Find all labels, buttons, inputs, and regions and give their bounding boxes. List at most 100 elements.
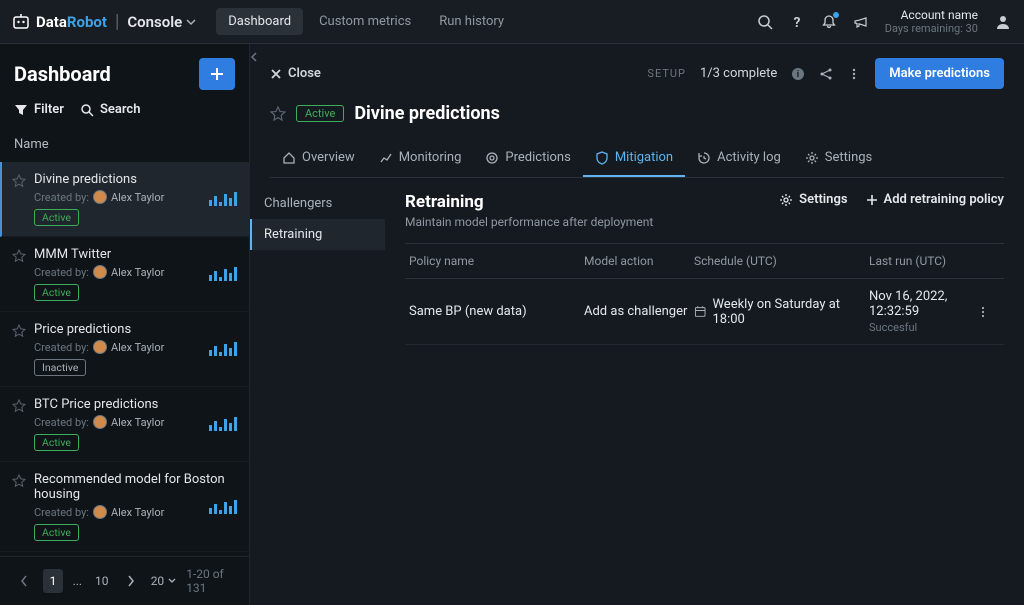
cell-model-action: Add as challenger (584, 304, 694, 319)
status-badge: Active (34, 284, 79, 301)
user-avatar-icon (93, 415, 107, 429)
main-panel: Close SETUP 1/3 complete i Make predicti… (250, 44, 1024, 605)
subnav-retraining[interactable]: Retraining (250, 219, 385, 250)
deployment-name: BTC Price predictions (34, 397, 237, 412)
help-icon[interactable]: ? (789, 14, 805, 30)
deployment-meta: Created by: Alex Taylor (34, 505, 237, 519)
deployment-name: Recommended model for Boston housing (34, 472, 237, 502)
pager-page-10[interactable]: 10 (92, 569, 111, 593)
account-sub: Days remaining: 30 (885, 22, 978, 35)
panel-title: Retraining (405, 192, 653, 212)
col-last-run: Last run (UTC) (869, 254, 976, 268)
close-icon (270, 68, 282, 80)
subnav-challengers[interactable]: Challengers (250, 188, 385, 219)
close-label: Close (288, 66, 321, 81)
pager-dots: ... (73, 574, 83, 588)
gear-icon (805, 151, 819, 165)
table-row[interactable]: Same BP (new data) Add as challenger Wee… (405, 279, 1004, 345)
star-icon[interactable] (12, 474, 26, 541)
mitigation-subnav: Challengers Retraining (250, 178, 385, 605)
add-policy-label: Add retraining policy (884, 192, 1004, 207)
sidebar-title: Dashboard (14, 62, 111, 86)
deployment-item[interactable]: Recommended model for Boston housing Cre… (0, 462, 249, 552)
deployment-meta: Created by: Alex Taylor (34, 340, 237, 354)
deployment-name: Price predictions (34, 322, 237, 337)
topnav-custom-metrics[interactable]: Custom metrics (307, 8, 423, 35)
shield-icon (595, 151, 609, 165)
logo-divider: | (115, 11, 119, 32)
table-header: Policy name Model action Schedule (UTC) … (405, 243, 1004, 279)
account-info[interactable]: Account name Days remaining: 30 (885, 8, 978, 35)
share-icon[interactable] (819, 67, 833, 81)
svg-text:?: ? (793, 15, 800, 30)
plus-icon (209, 66, 225, 82)
filter-button[interactable]: Filter (14, 102, 64, 117)
tab-predictions[interactable]: Predictions (473, 140, 582, 177)
user-icon[interactable] (994, 13, 1012, 31)
deployment-name: Divine predictions (34, 172, 237, 187)
pager: 1 ... 10 20 1-20 of 131 (0, 556, 249, 605)
pager-prev[interactable] (14, 569, 33, 593)
topbar-right: ? Account name Days remaining: 30 (757, 8, 1012, 35)
sparkline-icon (209, 342, 237, 356)
column-header-name: Name (0, 127, 249, 162)
make-predictions-button[interactable]: Make predictions (875, 58, 1004, 89)
status-badge: Active (34, 434, 79, 451)
settings-label: Settings (799, 192, 847, 207)
deployments-list: Divine predictions Created by: Alex Tayl… (0, 162, 249, 556)
console-dropdown[interactable]: Console (127, 13, 196, 31)
topnav-run-history[interactable]: Run history (427, 8, 516, 35)
bell-icon[interactable] (821, 14, 837, 30)
user-avatar-icon (93, 265, 107, 279)
add-deployment-button[interactable] (199, 58, 235, 90)
deployment-item[interactable]: MMM Twitter Created by: Alex Taylor Acti… (0, 237, 249, 312)
account-name: Account name (885, 8, 978, 22)
tab-settings[interactable]: Settings (793, 140, 884, 177)
favorite-star-icon[interactable] (270, 106, 286, 122)
deployment-item[interactable]: Readmitted Created by: Alex Taylor Activ… (0, 552, 249, 556)
svg-text:i: i (797, 70, 799, 80)
col-model-action: Model action (584, 254, 694, 268)
tab-monitoring[interactable]: Monitoring (367, 140, 474, 177)
logo[interactable]: DataRobot (12, 13, 107, 31)
console-label: Console (127, 13, 182, 31)
gear-icon (779, 193, 793, 207)
deployment-item[interactable]: Divine predictions Created by: Alex Tayl… (0, 162, 249, 237)
deployment-item[interactable]: Price predictions Created by: Alex Taylo… (0, 312, 249, 387)
topnav-dashboard[interactable]: Dashboard (216, 8, 303, 35)
row-menu-button[interactable] (976, 305, 1000, 319)
search-button[interactable]: Search (80, 102, 141, 117)
pager-next[interactable] (121, 569, 140, 593)
star-icon[interactable] (12, 324, 26, 376)
sparkline-icon (209, 417, 237, 431)
announce-icon[interactable] (853, 14, 869, 30)
star-icon[interactable] (12, 174, 26, 226)
pager-size[interactable]: 20 (151, 569, 177, 593)
deployment-title: Divine predictions (354, 103, 500, 124)
chevron-down-icon (168, 577, 176, 585)
sparkline-icon (209, 267, 237, 281)
info-icon[interactable]: i (791, 67, 805, 81)
more-icon[interactable] (847, 67, 861, 81)
tab-mitigation[interactable]: Mitigation (583, 140, 685, 177)
add-retraining-policy-button[interactable]: Add retraining policy (866, 192, 1004, 207)
pager-page-1[interactable]: 1 (43, 569, 62, 593)
retraining-settings-button[interactable]: Settings (779, 192, 847, 207)
star-icon[interactable] (12, 399, 26, 451)
filter-icon (14, 103, 28, 117)
search-label: Search (100, 102, 141, 117)
close-button[interactable]: Close (270, 66, 321, 81)
tab-overview[interactable]: Overview (270, 140, 367, 177)
status-badge: Active (34, 524, 79, 541)
collapse-sidebar[interactable] (249, 50, 259, 64)
deployment-item[interactable]: BTC Price predictions Created by: Alex T… (0, 387, 249, 462)
status-badge: Active (34, 209, 79, 226)
deployment-meta: Created by: Alex Taylor (34, 265, 237, 279)
tab-activity-log[interactable]: Activity log (685, 140, 793, 177)
topbar: DataRobot | Console Dashboard Custom met… (0, 0, 1024, 44)
deployment-name: MMM Twitter (34, 247, 237, 262)
star-icon[interactable] (12, 249, 26, 301)
search-icon[interactable] (757, 14, 773, 30)
robot-icon (12, 13, 30, 31)
deployment-meta: Created by: Alex Taylor (34, 415, 237, 429)
